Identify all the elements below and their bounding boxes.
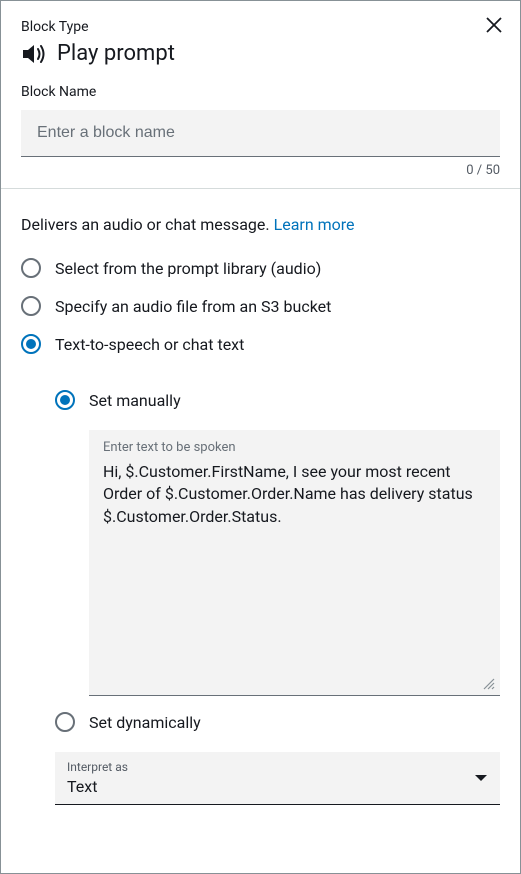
radio-option-prompt-library[interactable]: Select from the prompt library (audio) xyxy=(21,258,500,278)
radio-icon xyxy=(21,296,41,316)
prompt-textarea[interactable] xyxy=(101,459,488,687)
radio-icon-selected xyxy=(55,390,75,410)
radio-label: Text-to-speech or chat text xyxy=(55,335,244,354)
panel-header: Block Type Play prompt Block Name 0 / 50 xyxy=(1,1,520,188)
radio-label: Select from the prompt library (audio) xyxy=(55,259,321,278)
radio-label: Set dynamically xyxy=(89,713,201,732)
chevron-down-icon xyxy=(474,773,488,783)
close-icon xyxy=(485,16,503,34)
char-counter: 0 / 50 xyxy=(21,163,500,178)
radio-icon xyxy=(55,712,75,732)
prompt-text-wrapper: Enter text to be spoken xyxy=(89,430,500,696)
title-row: Play prompt xyxy=(21,41,500,66)
radio-icon xyxy=(21,258,41,278)
panel-body: Delivers an audio or chat message. Learn… xyxy=(1,189,520,815)
learn-more-link[interactable]: Learn more xyxy=(274,215,355,234)
radio-option-tts[interactable]: Text-to-speech or chat text xyxy=(21,334,500,354)
dropdown-value: Text xyxy=(67,777,488,796)
block-config-panel: Block Type Play prompt Block Name 0 / 50… xyxy=(0,0,521,874)
radio-option-s3-audio[interactable]: Specify an audio file from an S3 bucket xyxy=(21,296,500,316)
close-button[interactable] xyxy=(482,13,506,37)
radio-option-set-dynamically[interactable]: Set dynamically xyxy=(55,712,500,732)
radio-label: Specify an audio file from an S3 bucket xyxy=(55,297,331,316)
description: Delivers an audio or chat message. Learn… xyxy=(21,215,500,234)
radio-label: Set manually xyxy=(89,391,181,410)
dropdown-label: Interpret as xyxy=(67,760,488,774)
interpret-as-section: Interpret as Text xyxy=(55,752,500,805)
interpret-as-dropdown[interactable]: Interpret as Text xyxy=(55,752,500,805)
radio-option-set-manually[interactable]: Set manually xyxy=(55,390,500,410)
block-type-label: Block Type xyxy=(21,19,500,35)
block-title: Play prompt xyxy=(57,41,175,66)
description-text: Delivers an audio or chat message. xyxy=(21,215,274,234)
prompt-source-radio-group: Select from the prompt library (audio) S… xyxy=(21,258,500,805)
textarea-placeholder-label: Enter text to be spoken xyxy=(101,440,488,455)
tts-sub-section: Set manually Enter text to be spoken xyxy=(55,390,500,805)
prompt-textarea-container: Enter text to be spoken xyxy=(89,430,500,696)
radio-icon-selected xyxy=(21,334,41,354)
block-name-label: Block Name xyxy=(21,84,500,100)
block-name-input[interactable] xyxy=(21,110,500,157)
speaker-icon xyxy=(21,43,47,65)
